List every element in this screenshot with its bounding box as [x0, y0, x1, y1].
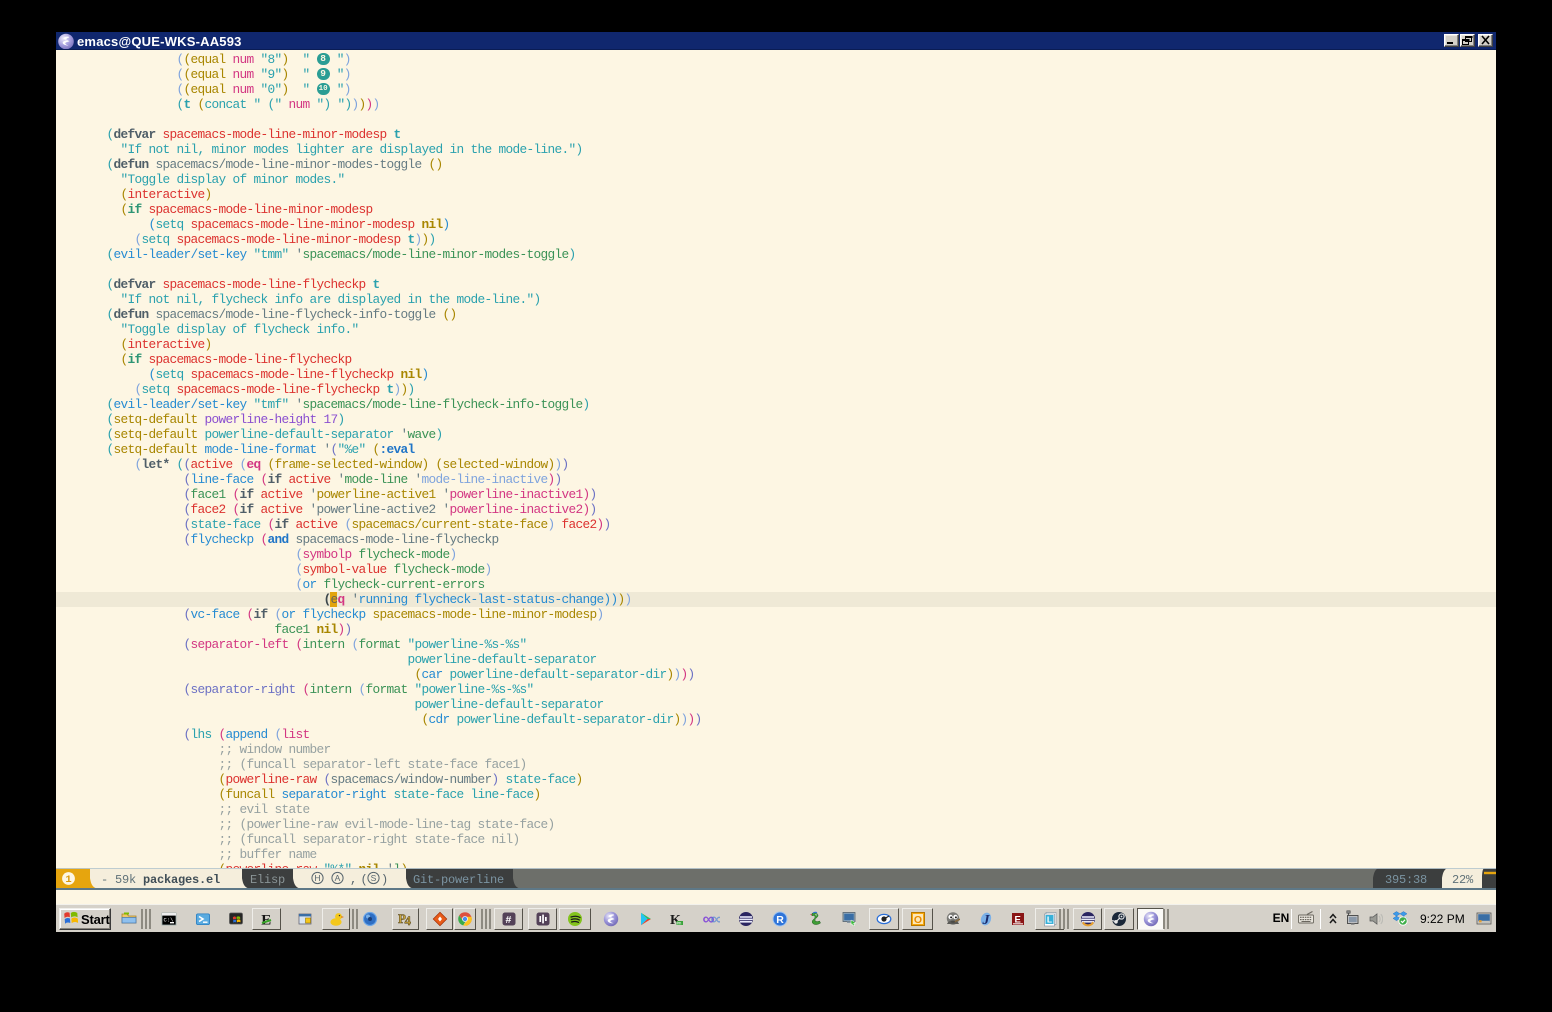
svg-text:A: A: [335, 873, 341, 883]
svg-text:S: S: [371, 873, 377, 883]
svg-text:J: J: [982, 913, 991, 927]
svg-text:395:38: 395:38: [1385, 873, 1427, 887]
svg-text:(: (: [361, 873, 368, 887]
svg-text:O: O: [913, 914, 921, 926]
svg-text:Elisp: Elisp: [250, 873, 285, 887]
svg-text:im: im: [677, 920, 682, 925]
svg-text:L: L: [1046, 915, 1051, 925]
svg-text:,: ,: [350, 873, 357, 887]
svg-text:R: R: [776, 914, 784, 926]
svg-text:packages.el: packages.el: [143, 873, 220, 887]
svg-text:): ): [381, 873, 388, 887]
svg-text:4: 4: [404, 913, 411, 927]
svg-text:1: 1: [65, 874, 71, 886]
svg-text:#: #: [505, 914, 511, 926]
svg-text:∞: ∞: [711, 911, 721, 927]
svg-text:Git-powerline: Git-powerline: [413, 873, 504, 887]
svg-text:H: H: [314, 873, 320, 883]
svg-text:- 59k: - 59k: [101, 873, 136, 887]
svg-text:22%: 22%: [1452, 873, 1474, 887]
